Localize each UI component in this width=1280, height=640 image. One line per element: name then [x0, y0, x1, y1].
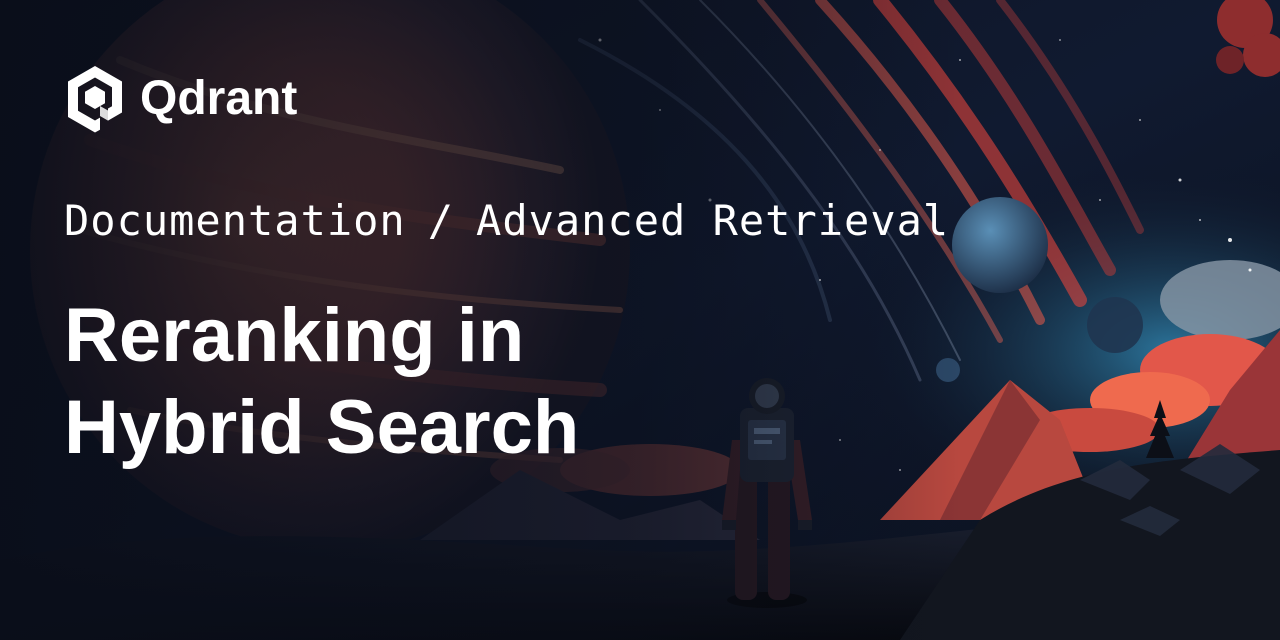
brand-name: Qdrant [140, 72, 298, 125]
breadcrumb: Documentation / Advanced Retrieval [64, 196, 949, 245]
qdrant-logo-icon [68, 66, 122, 133]
breadcrumb-section[interactable]: Documentation [64, 196, 406, 245]
page-title: Reranking in Hybrid Search [64, 290, 784, 474]
breadcrumb-page[interactable]: Advanced Retrieval [476, 196, 949, 245]
page-title-line-2: Hybrid Search [64, 385, 580, 470]
brand-lockup[interactable]: Qdrant [64, 64, 297, 134]
breadcrumb-separator: / [427, 196, 455, 245]
page-title-line-1: Reranking in [64, 293, 525, 378]
banner: Qdrant Documentation / Advanced Retrieval … [0, 0, 1280, 640]
